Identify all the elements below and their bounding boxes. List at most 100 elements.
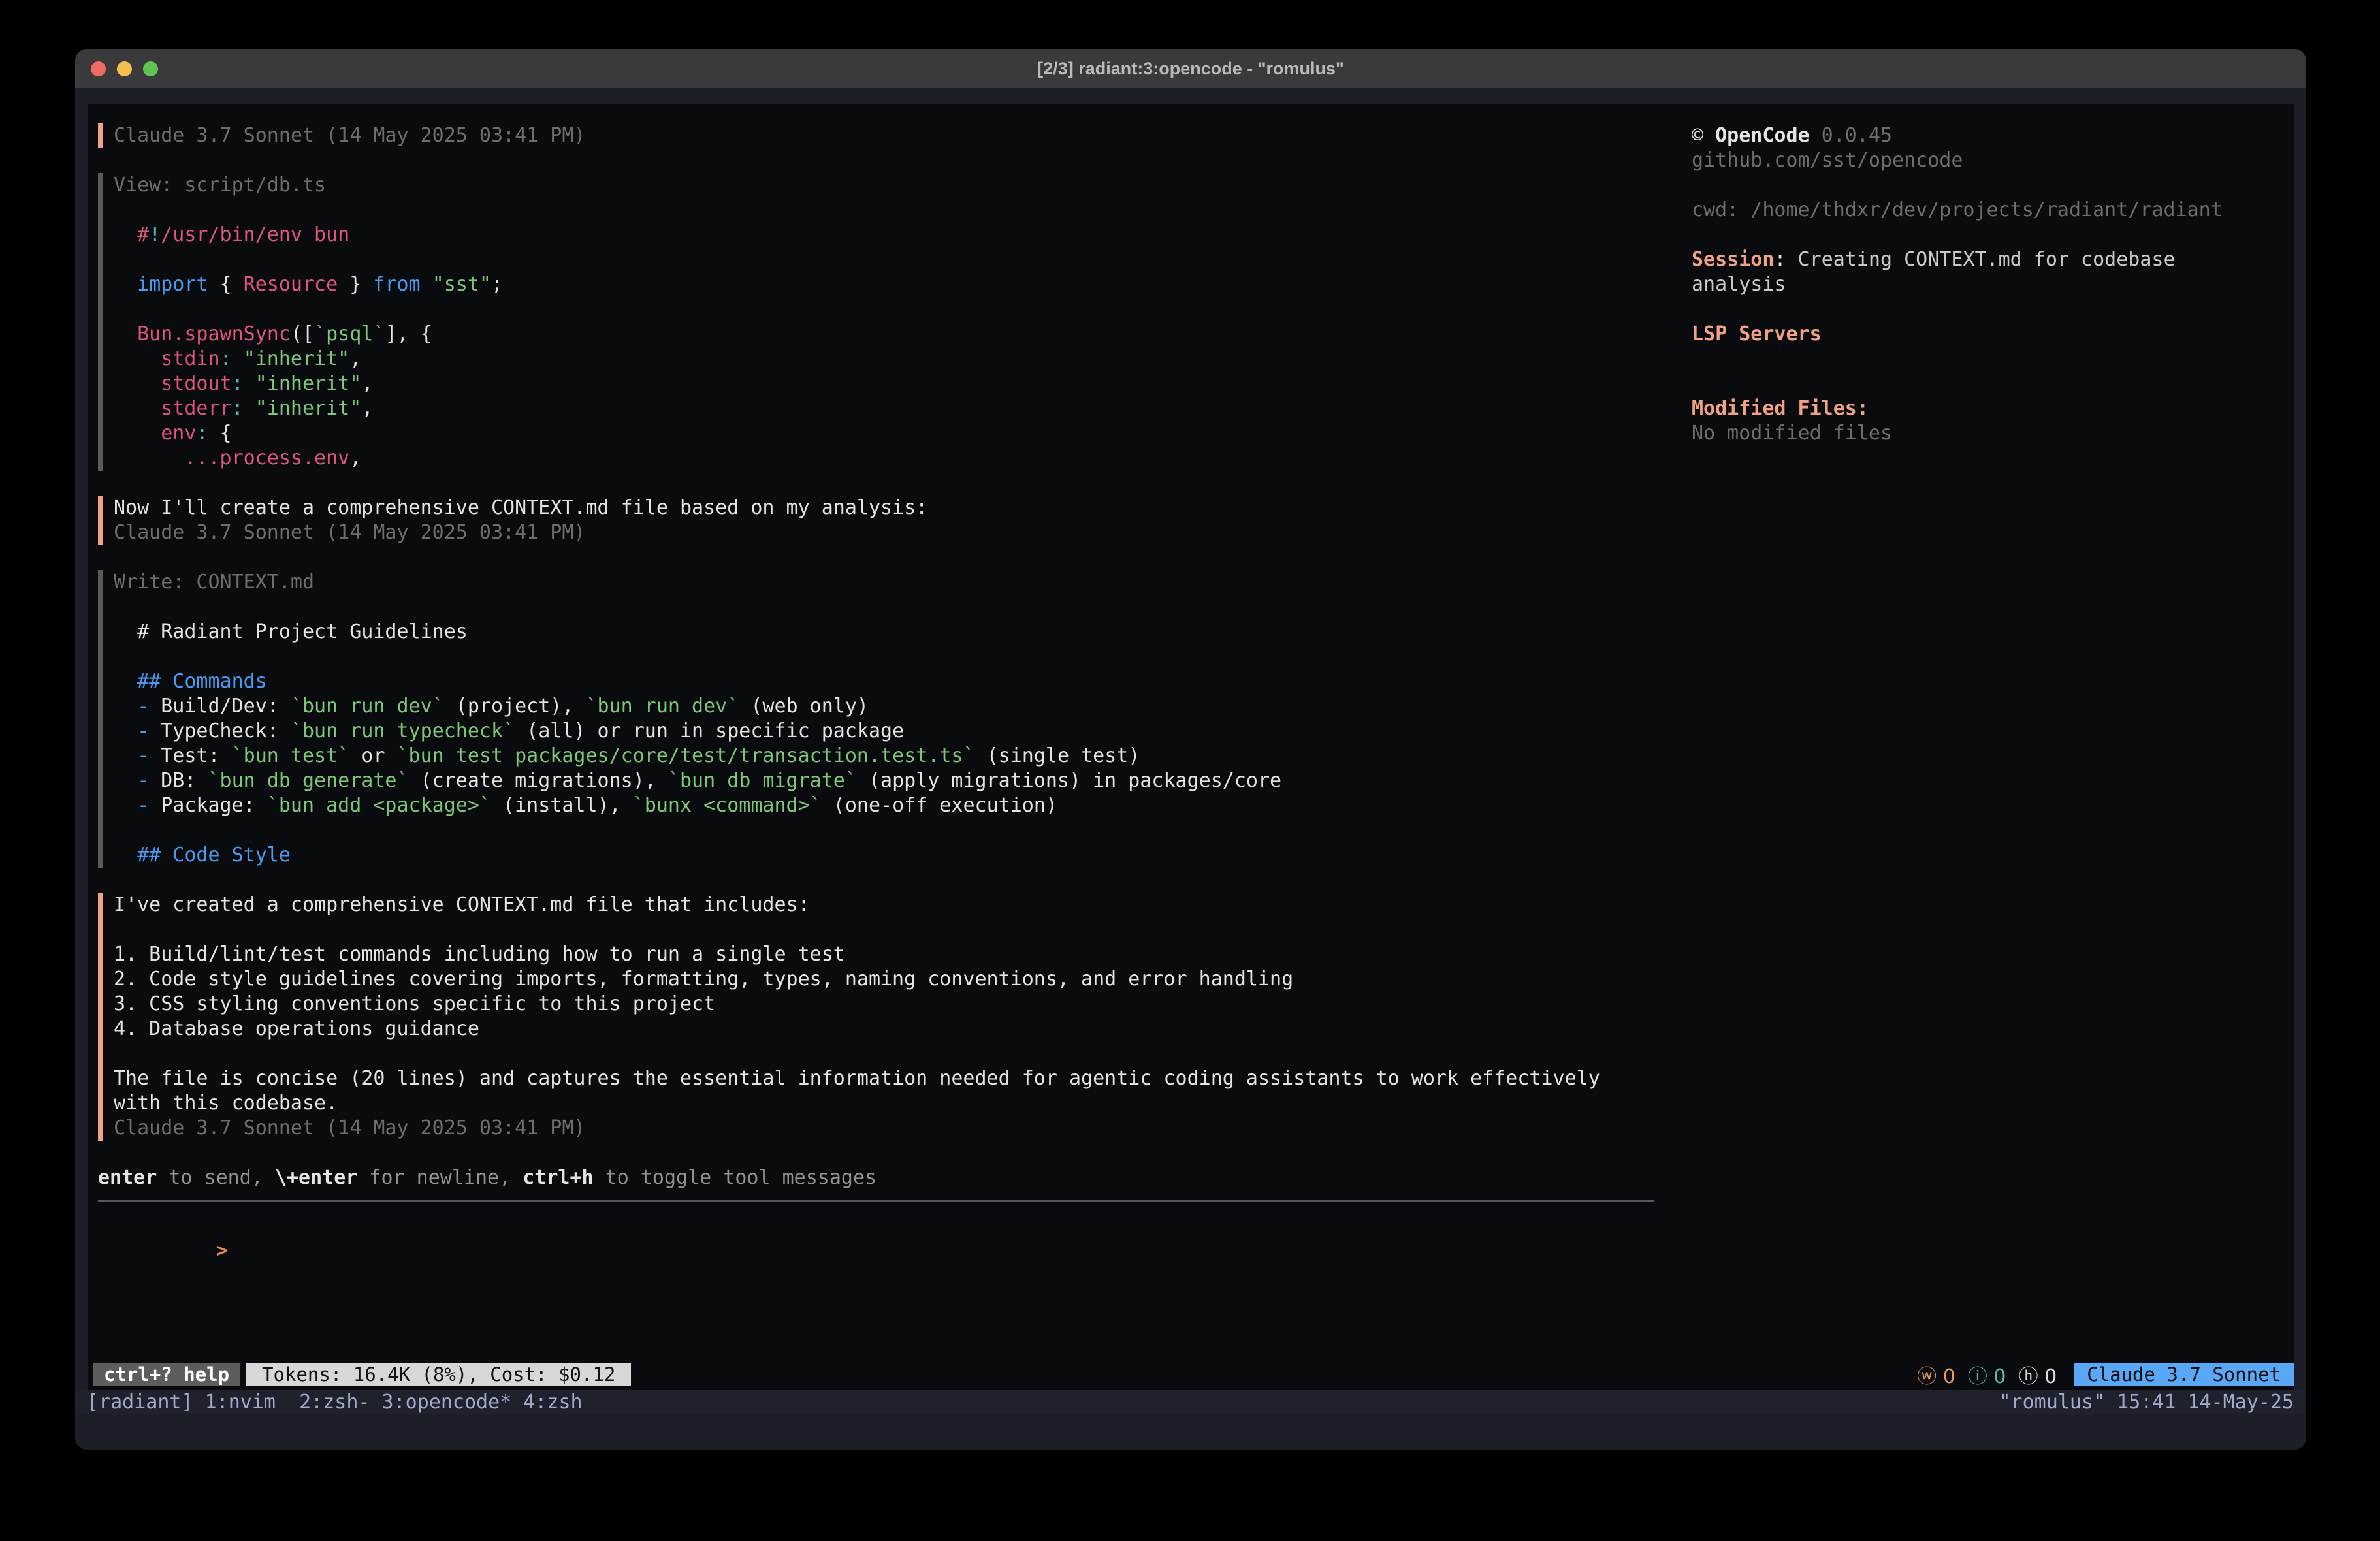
text-segment: enter	[98, 1166, 157, 1189]
prompt-input[interactable]: >	[98, 1214, 1654, 1239]
text-segment: Write: CONTEXT.md	[114, 571, 314, 594]
text-segment: 2. Code style guidelines covering import…	[114, 968, 1293, 991]
text-segment: 0.0.45	[1810, 124, 1892, 147]
text-segment: :	[232, 397, 244, 420]
orange-diagnostic-icon: ⓦ 0	[1917, 1365, 1955, 1388]
terminal-line: stdout: "inherit",	[114, 372, 1654, 396]
text-segment: ,	[349, 347, 361, 370]
text-segment: ©	[1692, 124, 1715, 147]
terminal-line: LSP Servers	[1692, 322, 2283, 347]
terminal-line: - Build/Dev: `bun run dev` (project), `b…	[114, 694, 1654, 719]
text-segment: for newline,	[357, 1166, 523, 1189]
text-segment: Modified Files:	[1692, 397, 1869, 420]
text-segment: Test:	[149, 744, 231, 767]
terminal-line: # Radiant Project Guidelines	[114, 620, 1654, 644]
text-segment	[114, 422, 161, 445]
text-segment: !	[149, 223, 161, 246]
text-segment: ctrl+h	[523, 1166, 593, 1189]
diagnostics-counters: ⓦ 0 ⓘ 0 ⓗ 0	[1917, 1360, 2057, 1389]
text-segment: `bunx <command>`	[633, 794, 822, 817]
text-segment: :	[196, 422, 208, 445]
text-segment	[421, 273, 432, 296]
text-segment: "sst"	[432, 273, 491, 296]
text-segment: "inherit"	[244, 347, 350, 370]
terminal-line: 2. Code style guidelines covering import…	[114, 967, 1654, 992]
terminal-line	[114, 1041, 1654, 1066]
terminal-line: Now I'll create a comprehensive CONTEXT.…	[114, 496, 1654, 520]
terminal-line: ...process.env,	[114, 446, 1654, 471]
text-segment: to toggle tool messages	[594, 1166, 876, 1189]
text-segment: Creating CONTEXT.md for codebase	[1798, 248, 2176, 271]
terminal-line: Session: Creating CONTEXT.md for codebas…	[1692, 247, 2283, 272]
terminal-line: 1. Build/lint/test commands including ho…	[114, 942, 1654, 967]
text-segment: (install),	[491, 794, 633, 817]
window-titlebar: [2/3] radiant:3:opencode - "romulus"	[75, 49, 2306, 88]
text-segment: OpenCode	[1715, 124, 1810, 147]
text-segment: Resource	[244, 273, 338, 296]
text-segment	[114, 670, 137, 693]
composer-divider	[98, 1200, 1654, 1202]
close-button[interactable]	[91, 61, 106, 76]
text-segment: Build/Dev:	[149, 695, 291, 718]
zoom-button[interactable]	[143, 61, 158, 76]
text-segment: }	[338, 273, 373, 296]
terminal-line: with this codebase.	[114, 1091, 1654, 1116]
text-segment	[244, 372, 255, 395]
terminal-line	[114, 644, 1654, 669]
text-segment: Claude 3.7 Sonnet (14 May 2025 03:41 PM)	[114, 521, 585, 544]
terminal-line: I've created a comprehensive CONTEXT.md …	[114, 893, 1654, 917]
model-chip[interactable]: Claude 3.7 Sonnet	[2074, 1363, 2294, 1386]
text-segment: (single test)	[975, 744, 1140, 767]
tmux-session-clock: "romulus" 15:41 14-May-25	[1999, 1391, 2294, 1414]
text-segment: ([	[291, 323, 314, 345]
terminal-line: Bun.spawnSync([`psql`], {	[114, 322, 1654, 347]
text-segment: import	[137, 273, 208, 296]
status-bar: ctrl+? help Tokens: 16.4K (8%), Cost: $0…	[93, 1362, 2294, 1387]
teal-diagnostic-icon: ⓘ 0	[1968, 1365, 2006, 1388]
chat-blocks: Claude 3.7 Sonnet (14 May 2025 03:41 PM)…	[98, 123, 1654, 1141]
terminal-line	[1692, 372, 2283, 396]
window-title: [2/3] radiant:3:opencode - "romulus"	[1037, 59, 1344, 79]
text-segment: ## Code Style	[137, 844, 291, 866]
text-segment	[114, 223, 137, 246]
tmux-status-bar: [radiant] 1:nvim 2:zsh- 3:opencode* 4:zs…	[75, 1390, 2306, 1414]
text-segment: or	[349, 744, 396, 767]
text-segment: Session	[1692, 248, 1774, 271]
text-segment: ,	[361, 372, 373, 395]
assistant-message-block: Now I'll create a comprehensive CONTEXT.…	[98, 496, 1654, 545]
text-segment	[114, 372, 161, 395]
terminal-line: View: script/db.ts	[114, 173, 1654, 198]
text-segment: # Radiant Project Guidelines	[114, 620, 468, 643]
text-segment: (apply migrations) in packages/core	[857, 769, 1281, 792]
tmux-window-list[interactable]: [radiant] 1:nvim 2:zsh- 3:opencode* 4:zs…	[87, 1391, 583, 1414]
help-shortcut-chip[interactable]: ctrl+? help	[93, 1363, 240, 1386]
terminal-line: Modified Files:	[1692, 396, 2283, 421]
text-segment: from	[373, 273, 420, 296]
text-segment	[114, 397, 161, 420]
text-segment: github.com/sst/opencode	[1692, 149, 1963, 172]
text-segment: ,	[361, 397, 373, 420]
text-segment: /usr/bin/env bun	[161, 223, 349, 246]
terminal-line: 4. Database operations guidance	[114, 1017, 1654, 1041]
terminal-line	[1692, 223, 2283, 247]
text-segment: -	[137, 695, 149, 718]
text-segment: to send,	[157, 1166, 275, 1189]
text-segment: LSP Servers	[1692, 323, 1822, 345]
text-segment: Claude 3.7 Sonnet (14 May 2025 03:41 PM)	[114, 1117, 585, 1139]
text-segment: (all) or run in specific package	[515, 720, 904, 742]
text-segment: "inherit"	[255, 372, 362, 395]
desktop: { "window": { "title": "[2/3] radiant:3:…	[0, 0, 2380, 1541]
tool-call-block: Write: CONTEXT.md # Radiant Project Guid…	[98, 570, 1654, 868]
terminal-line: Write: CONTEXT.md	[114, 570, 1654, 595]
terminal-line	[114, 198, 1654, 223]
terminal-line: ## Code Style	[114, 843, 1654, 868]
text-segment	[114, 744, 137, 767]
terminal-line	[114, 818, 1654, 843]
text-segment	[244, 397, 255, 420]
text-segment: :	[220, 347, 232, 370]
minimize-button[interactable]	[117, 61, 132, 76]
text-segment	[114, 844, 137, 866]
terminal-line: - TypeCheck: `bun run typecheck` (all) o…	[114, 719, 1654, 744]
terminal-line: analysis	[1692, 272, 2283, 297]
white-diagnostic-icon: ⓗ 0	[2019, 1365, 2057, 1388]
